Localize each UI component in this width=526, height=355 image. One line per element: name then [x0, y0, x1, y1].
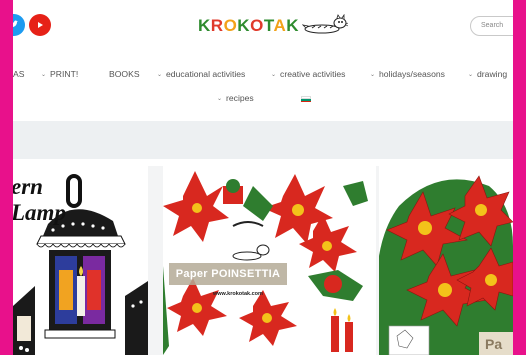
nav-item-holidays-seasons[interactable]: ⌄ holidays/seasons — [370, 69, 445, 79]
card-sign: Paper POINSETTIA — [169, 263, 287, 285]
chevron-down-icon: ⌄ — [217, 95, 223, 102]
site-header: KROKOTAK Search — [13, 0, 513, 52]
chevron-down-icon: ⌄ — [370, 71, 376, 78]
nav-item-drawing[interactable]: ⌄ drawing — [468, 69, 507, 79]
nav-label: recipes — [226, 93, 254, 103]
chevron-down-icon: ⌄ — [41, 71, 47, 78]
twitter-icon[interactable] — [13, 14, 25, 36]
nav-label: holidays/seasons — [379, 69, 445, 79]
bulgarian-flag-icon[interactable] — [301, 96, 311, 102]
search-input[interactable]: Search — [470, 16, 513, 36]
card-url: www.krokotak.com — [213, 291, 263, 297]
youtube-icon[interactable] — [29, 14, 51, 36]
chevron-down-icon: ⌄ — [468, 71, 474, 78]
nav-label: creative activities — [280, 69, 346, 79]
chevron-down-icon: ⌄ — [157, 71, 163, 78]
nav-item-educational-activities[interactable]: ⌄ educational activities — [157, 69, 245, 79]
page: KROKOTAK Search AS ⌄ PRINT! BOOKS ⌄ educ… — [13, 0, 513, 355]
nav-item-as[interactable]: AS — [13, 69, 24, 79]
wreath-illustration — [379, 166, 513, 355]
site-logo[interactable]: KROKOTAK — [198, 14, 348, 38]
crocodile-mascot-icon — [302, 14, 348, 34]
card-caption: Pa — [485, 336, 503, 352]
nav-item-print[interactable]: ⌄ PRINT! — [41, 69, 78, 79]
main-nav: AS ⌄ PRINT! BOOKS ⌄ educational activiti… — [13, 63, 513, 108]
nav-item-creative-activities[interactable]: ⌄ creative activities — [271, 69, 345, 79]
chevron-down-icon: ⌄ — [271, 71, 277, 78]
card-poinsettia-wreath[interactable]: Pa — [379, 166, 513, 355]
nav-item-books[interactable]: BOOKS — [109, 69, 140, 79]
nav-label: AS — [13, 69, 25, 79]
nav-label: BOOKS — [109, 69, 140, 79]
poinsettia-illustration — [163, 166, 376, 355]
nav-label: PRINT! — [50, 69, 79, 79]
nav-label: educational activities — [166, 69, 246, 79]
card-sign-text: Paper POINSETTIA — [175, 268, 281, 280]
content-band — [13, 121, 513, 159]
logo-text: KROKOTAK — [198, 16, 299, 35]
nav-item-recipes[interactable]: ⌄ recipes — [217, 93, 254, 103]
nav-label: drawing — [477, 69, 508, 79]
card-paper-poinsettia[interactable]: Paper POINSETTIA www.krokotak.com — [163, 166, 376, 355]
card-title: ern Lamp — [13, 174, 66, 225]
card-lantern-lamp[interactable]: ern Lamp — [13, 166, 148, 355]
